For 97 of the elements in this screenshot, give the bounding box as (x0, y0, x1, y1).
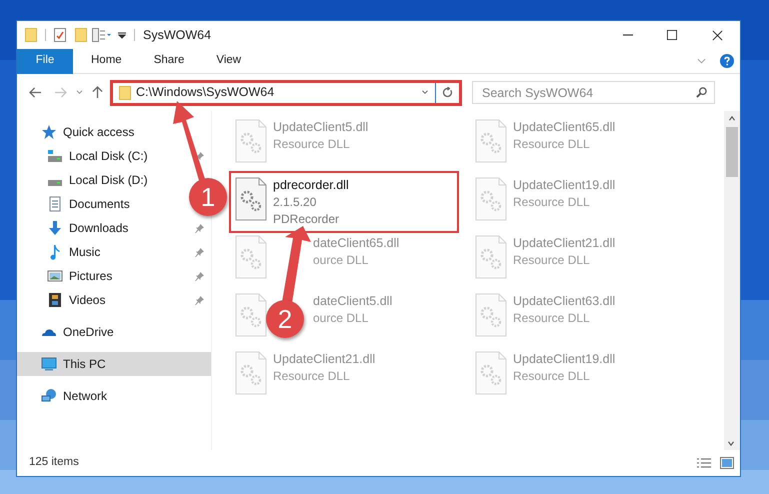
recent-dropdown-icon[interactable] (76, 90, 83, 95)
pin-icon (195, 152, 204, 160)
nav-item[interactable]: Local Disk (C:) (17, 144, 211, 168)
large-icons-view-icon[interactable] (720, 457, 734, 469)
details-view-icon[interactable] (696, 457, 712, 469)
nav-item[interactable]: Music (17, 240, 211, 264)
chevron-down-icon[interactable] (421, 90, 429, 95)
nav-item[interactable]: Quick access (17, 120, 142, 144)
file-name: UpdateClient5.dll (273, 119, 368, 136)
nav-item[interactable]: Local Disk (D:) (17, 168, 155, 192)
ribbon-tab[interactable]: Share (140, 48, 198, 74)
file-gears-icon (235, 177, 267, 221)
nav-label: Downloads (69, 220, 130, 237)
refresh-icon[interactable] (442, 87, 453, 98)
address-path: C:\Windows\SysWOW64 (136, 84, 276, 102)
file-name: UpdateClient21.dll (513, 235, 616, 252)
pin-icon (195, 272, 204, 280)
ribbon-tab[interactable]: Home (77, 48, 136, 74)
nav-label: Local Disk (D:) (69, 172, 148, 189)
properties-icon[interactable] (92, 28, 112, 42)
file-detail: 2.1.5.20 (273, 194, 318, 211)
file-gears-icon (235, 351, 267, 395)
window-title: SysWOW64 (143, 26, 212, 44)
file-gears-icon (475, 235, 507, 279)
pin-icon (195, 296, 204, 304)
file-detail: ource DLL (313, 310, 370, 327)
file-gears-icon (235, 235, 267, 279)
file-detail: Resource DLL (513, 194, 591, 211)
nav-item[interactable]: Downloads (17, 216, 211, 240)
folder-icon (119, 86, 131, 100)
pin-icon (195, 224, 204, 232)
file-name: UpdateClient63.dll (513, 293, 616, 310)
file-name: UpdateClient65.dll (513, 119, 616, 136)
search-icon (696, 87, 707, 98)
ribbon-tab[interactable]: File (17, 48, 73, 74)
file-detail: Resource DLL (273, 368, 351, 385)
search-field[interactable]: Search SysWOW64 (472, 81, 715, 104)
picture-icon (47, 268, 63, 284)
film-icon (47, 292, 63, 308)
drive-icon (47, 180, 63, 186)
file-gears-icon (475, 119, 507, 163)
pin-icon (195, 248, 204, 256)
up-icon[interactable] (92, 86, 103, 99)
back-icon[interactable] (29, 87, 42, 98)
new-folder-icon (75, 28, 87, 42)
file-gears-icon (475, 293, 507, 337)
dropdown-icon[interactable] (118, 31, 126, 39)
file-gears-icon (475, 351, 507, 395)
nav-label: Local Disk (C:) (69, 148, 149, 165)
maximize-icon[interactable] (667, 30, 677, 40)
file-name: dateClient65.dll (313, 235, 400, 252)
file-detail: Resource DLL (273, 136, 351, 153)
nav-label: Music (69, 244, 102, 261)
ribbon-tab[interactable]: View (202, 48, 256, 74)
file-name: dateClient5.dll (313, 293, 392, 310)
nav-label: Network (63, 388, 108, 405)
item-count: 125 items (29, 455, 79, 470)
scroll-down-icon[interactable] (727, 441, 735, 446)
nav-label: OneDrive (63, 324, 114, 341)
monitor-icon (41, 356, 57, 372)
checklist-icon[interactable] (54, 28, 66, 42)
nav-item[interactable]: Network (17, 384, 114, 408)
nav-label: This PC (63, 356, 107, 373)
nav-item[interactable]: Pictures (17, 264, 211, 288)
scroll-up-icon[interactable] (728, 116, 736, 121)
file-detail: Resource DLL (513, 136, 591, 153)
file-name: UpdateClient21.dll (273, 351, 376, 368)
nav-item[interactable]: Documents (17, 192, 137, 216)
file-name: UpdateClient19.dll (513, 351, 616, 368)
address-bar[interactable]: C:\Windows\SysWOW64 (110, 80, 462, 106)
file-detail: ource DLL (313, 252, 370, 269)
nav-label: Documents (69, 196, 130, 213)
nav-label: Videos (69, 292, 106, 309)
file-detail: Resource DLL (513, 368, 591, 385)
star-icon (41, 124, 57, 140)
scroll-thumb[interactable] (726, 127, 738, 177)
file-name: pdrecorder.dll (273, 177, 349, 194)
file-gears-icon (235, 293, 267, 337)
network-icon (41, 388, 57, 404)
file-name: UpdateClient19.dll (513, 177, 616, 194)
folder-icon (25, 28, 37, 42)
nav-label: Pictures (69, 268, 114, 285)
scrollbar[interactable] (724, 111, 740, 450)
drive-icon (47, 148, 63, 164)
close-icon[interactable] (712, 30, 723, 40)
file-detail: Resource DLL (513, 252, 591, 269)
help-icon[interactable] (720, 54, 734, 68)
down-arrow-icon (47, 220, 63, 236)
nav-item[interactable]: Videos (17, 288, 211, 312)
file-detail: PDRecorder (273, 211, 340, 228)
nav-item[interactable]: OneDrive (17, 320, 121, 344)
file-detail: Resource DLL (513, 310, 591, 327)
nav-item[interactable]: This PC (17, 352, 211, 376)
document-icon (47, 196, 63, 212)
file-gears-icon (235, 119, 267, 163)
nav-label: Quick access (63, 124, 134, 141)
file-gears-icon (475, 177, 507, 221)
